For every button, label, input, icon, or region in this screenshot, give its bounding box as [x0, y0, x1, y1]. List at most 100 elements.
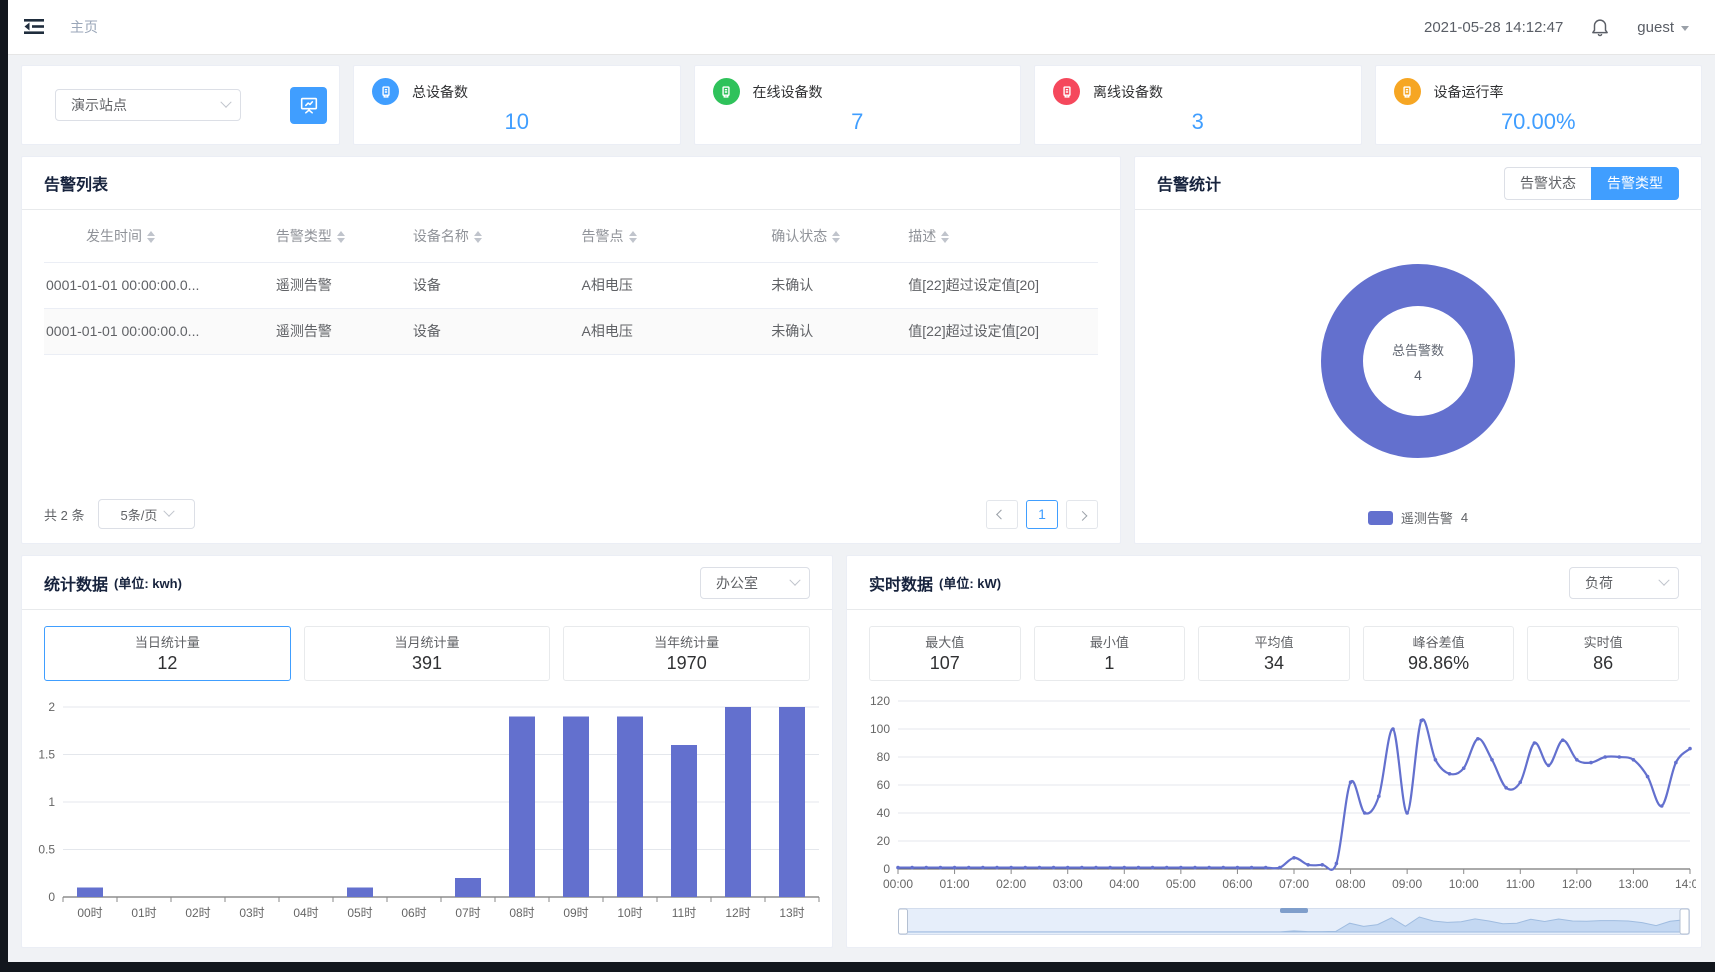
- page-size-select[interactable]: 5条/页: [98, 499, 195, 529]
- stat-card-uptime-rate: 设备运行率 70.00%: [1375, 65, 1703, 145]
- sort-icon[interactable]: [629, 231, 637, 243]
- page-size-value: 5条/页: [121, 505, 158, 524]
- sort-icon[interactable]: [337, 231, 345, 243]
- cell-time: 0001-01-01 00:00:00.0...: [44, 262, 276, 308]
- legend-label: 遥测告警: [1401, 508, 1453, 527]
- column-header-device[interactable]: 设备名称: [413, 210, 582, 262]
- board-icon: [298, 94, 320, 116]
- sort-icon[interactable]: [832, 231, 840, 243]
- load-select[interactable]: 负荷: [1569, 567, 1679, 599]
- svg-text:12:00: 12:00: [1562, 877, 1592, 891]
- svg-text:60: 60: [877, 778, 891, 792]
- uptime-rate-icon: [1394, 78, 1421, 105]
- column-header-type[interactable]: 告警类型: [276, 210, 413, 262]
- presentation-board-button[interactable]: [290, 87, 327, 124]
- notifications-bell-icon[interactable]: [1589, 16, 1611, 38]
- svg-text:06时: 06时: [401, 906, 426, 920]
- room-select-value: 办公室: [716, 573, 758, 593]
- stat-label: 离线设备数: [1093, 82, 1163, 102]
- stat-value: 10: [372, 109, 662, 135]
- alarm-stats-title: 告警统计: [1157, 171, 1221, 195]
- total-count: 共 2 条: [44, 505, 84, 524]
- toggle-alarm-status[interactable]: 告警状态: [1504, 167, 1591, 200]
- datazoom-canvas[interactable]: [898, 908, 1690, 935]
- sort-icon[interactable]: [941, 231, 949, 243]
- breadcrumb[interactable]: 主页: [70, 17, 98, 37]
- dashboard-app: 主页 2021-05-28 14:12:47 guest 演示站点: [8, 0, 1715, 962]
- station-select[interactable]: 演示站点: [55, 89, 241, 121]
- bar-chart-canvas: 00.511.5200时01时02时03时04时05时06时07时08时09时1…: [27, 691, 827, 937]
- realtime-unit: (单位: kW): [939, 573, 1001, 592]
- svg-text:10时: 10时: [617, 906, 642, 920]
- stat-label: 在线设备数: [753, 82, 823, 102]
- svg-text:12时: 12时: [725, 906, 750, 920]
- svg-text:80: 80: [877, 750, 891, 764]
- user-menu[interactable]: guest: [1637, 19, 1689, 36]
- window-edge-bottom: [0, 962, 1715, 972]
- load-select-value: 负荷: [1585, 573, 1613, 593]
- alarm-table-header-row: 发生时间 告警类型 设备名称 告警点 确认状态 描述: [44, 210, 1098, 262]
- stat-peak-valley: 峰谷差值 98.86%: [1363, 626, 1515, 681]
- cell-device: 设备: [413, 262, 582, 308]
- svg-text:10:00: 10:00: [1449, 877, 1479, 891]
- sort-icon[interactable]: [147, 231, 155, 243]
- datazoom-slider[interactable]: [898, 908, 1701, 940]
- sidebar-collapse-icon[interactable]: [23, 17, 45, 37]
- statistics-card: 统计数据 (单位: kwh) 办公室 当日统计量 12 当月统计量 391: [21, 555, 833, 948]
- pagination: 共 2 条 5条/页 1: [44, 499, 1098, 529]
- svg-text:1.5: 1.5: [38, 748, 55, 762]
- stat-card-offline-devices: 离线设备数 3: [1034, 65, 1362, 145]
- alarm-stats-header: 告警统计 告警状态 告警类型: [1135, 157, 1701, 210]
- legend-swatch: [1368, 511, 1393, 525]
- realtime-line-chart: 02040608010012000:0001:0002:0003:0004:00…: [852, 691, 1696, 904]
- middle-row: 告警列表 发生时间 告警类型 设备名称 告警点 确认状态 描述: [21, 156, 1702, 544]
- user-caret-icon: [1681, 26, 1689, 31]
- stat-max: 最大值 107: [869, 626, 1021, 681]
- next-page-button[interactable]: [1066, 500, 1098, 529]
- column-header-point[interactable]: 告警点: [582, 210, 772, 262]
- svg-text:01:00: 01:00: [940, 877, 970, 891]
- statistics-title: 统计数据: [44, 571, 108, 595]
- column-header-time[interactable]: 发生时间: [44, 210, 276, 262]
- svg-text:09时: 09时: [563, 906, 588, 920]
- station-select-value: 演示站点: [71, 95, 127, 115]
- stat-value: 3: [1053, 109, 1343, 135]
- cell-type: 遥测告警: [276, 262, 413, 308]
- svg-text:08:00: 08:00: [1336, 877, 1366, 891]
- svg-text:03时: 03时: [239, 906, 264, 920]
- table-row[interactable]: 0001-01-01 00:00:00.0... 遥测告警 设备 A相电压 未确…: [44, 308, 1098, 354]
- svg-text:03:00: 03:00: [1053, 877, 1083, 891]
- tab-yearly-total[interactable]: 当年统计量 1970: [563, 626, 810, 681]
- svg-text:05:00: 05:00: [1166, 877, 1196, 891]
- room-select[interactable]: 办公室: [700, 567, 810, 599]
- table-row[interactable]: 0001-01-01 00:00:00.0... 遥测告警 设备 A相电压 未确…: [44, 262, 1098, 308]
- stats-row: 演示站点 总设备数 10: [21, 65, 1702, 145]
- donut-legend[interactable]: 遥测告警 4: [1135, 508, 1701, 527]
- svg-text:0.5: 0.5: [38, 843, 55, 857]
- prev-page-button[interactable]: [986, 500, 1018, 529]
- svg-text:05时: 05时: [347, 906, 372, 920]
- svg-text:11:00: 11:00: [1506, 877, 1535, 891]
- svg-text:08时: 08时: [509, 906, 534, 920]
- sort-icon[interactable]: [474, 231, 482, 243]
- statistics-unit: (单位: kwh): [114, 573, 182, 592]
- cell-desc: 值[22]超过设定值[20]: [908, 262, 1098, 308]
- chevron-down-icon: [220, 97, 231, 108]
- stat-min: 最小值 1: [1034, 626, 1186, 681]
- cell-ack: 未确认: [771, 308, 908, 354]
- chevron-down-icon: [789, 574, 800, 585]
- tab-monthly-total[interactable]: 当月统计量 391: [304, 626, 551, 681]
- hourly-bar-chart: 00.511.5200时01时02时03时04时05时06时07时08时09时1…: [27, 691, 827, 942]
- alarm-list-card: 告警列表 发生时间 告警类型 设备名称 告警点 确认状态 描述: [21, 156, 1121, 544]
- tab-daily-total[interactable]: 当日统计量 12: [44, 626, 291, 681]
- column-header-desc[interactable]: 描述: [908, 210, 1098, 262]
- cell-type: 遥测告警: [276, 308, 413, 354]
- column-header-ack[interactable]: 确认状态: [771, 210, 908, 262]
- svg-text:100: 100: [870, 722, 890, 736]
- donut-center-label: 总告警数: [1392, 340, 1444, 359]
- alarm-list-header: 告警列表: [22, 157, 1120, 210]
- page-number-button[interactable]: 1: [1026, 500, 1058, 529]
- donut-center-value: 4: [1414, 367, 1422, 383]
- toggle-alarm-type[interactable]: 告警类型: [1591, 167, 1679, 200]
- station-card: 演示站点: [21, 65, 340, 145]
